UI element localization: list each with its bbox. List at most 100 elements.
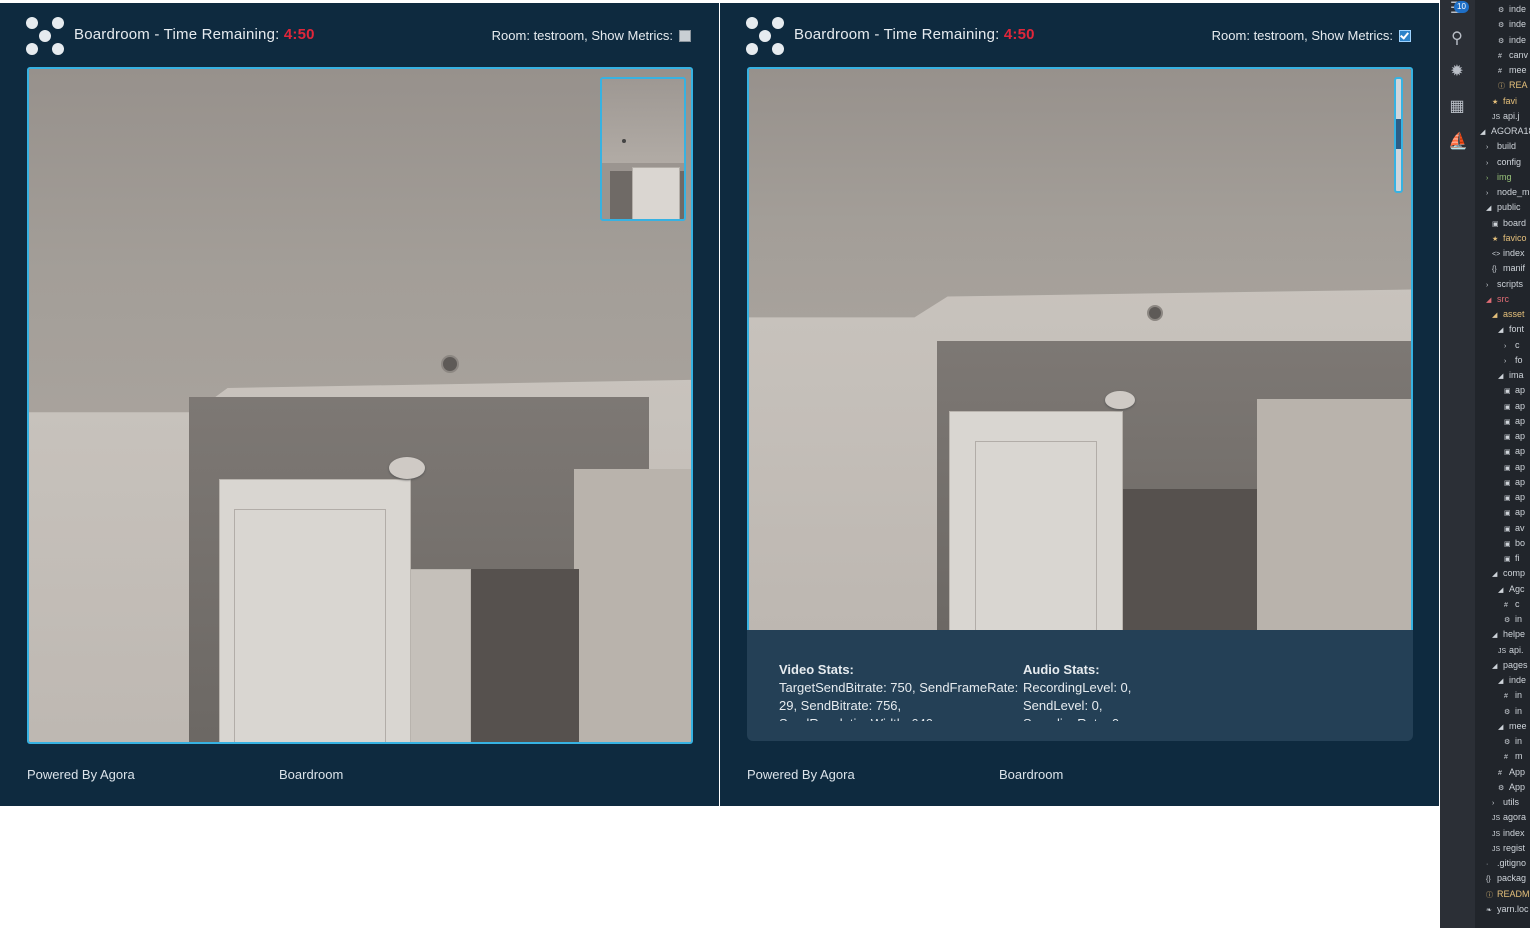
file-tree-item[interactable]: ▣ ap [1504, 431, 1525, 441]
open-icon: ◢ [1498, 678, 1504, 685]
img-icon: ▣ [1504, 449, 1511, 457]
open-icon: ◢ [1498, 373, 1504, 380]
json-icon: {} [1492, 266, 1497, 274]
file-tree-item[interactable]: ▣ bo [1504, 538, 1525, 548]
file-tree-item[interactable]: ▣ board [1492, 218, 1526, 228]
file-tree-item[interactable]: JS api.j [1492, 111, 1520, 121]
show-metrics-checkbox[interactable] [1399, 29, 1411, 42]
img-icon: ▣ [1504, 388, 1511, 396]
file-tree-item[interactable]: {} manif [1492, 263, 1525, 273]
file-tree-item[interactable]: ▣ ap [1504, 462, 1525, 472]
file-tree-item[interactable]: <> index [1492, 248, 1525, 258]
file-tree-item[interactable]: › c [1504, 340, 1520, 350]
file-tree-item[interactable]: ◢ comp [1492, 568, 1525, 578]
file-tree-item[interactable]: JS index [1492, 828, 1525, 838]
file-tree-item[interactable]: ◢ AGORA18 [1480, 126, 1530, 136]
file-tree-item[interactable]: # canv [1498, 50, 1528, 60]
file-tree-label: ap [1515, 446, 1526, 457]
file-tree-label: utils [1503, 797, 1520, 807]
file-tree-item[interactable]: ⓘ REA [1498, 80, 1528, 91]
file-tree-item[interactable]: JS api. [1498, 645, 1524, 655]
gear-icon: ⚙ [1498, 7, 1505, 14]
hash-icon: # [1504, 754, 1508, 762]
show-metrics-checkbox[interactable] [679, 29, 691, 42]
file-tree-item[interactable]: ⚙ inde [1498, 35, 1526, 45]
file-explorer-tree: ⚙ inde ⚙ inde ⚙ inde # canv # mee ⓘ REA ★ favi JS api.j… [1476, 0, 1530, 928]
file-tree-item[interactable]: ▣ fi [1504, 553, 1520, 563]
file-tree-item[interactable]: › scripts [1486, 279, 1523, 289]
page-title: Boardroom - Time Remaining: 4:50 [794, 26, 1035, 43]
file-tree-item[interactable]: JS agora [1492, 812, 1526, 822]
file-tree-item[interactable]: ⚙ in [1504, 706, 1522, 716]
file-tree-item[interactable]: ◢ ima [1498, 370, 1524, 380]
metrics-content[interactable]: Video Stats: TargetSendBitrate: 750, Sen… [779, 661, 1393, 721]
file-tree-item[interactable]: ▣ ap [1504, 446, 1525, 456]
scrollbar-thumb[interactable] [1396, 119, 1401, 149]
file-tree-item[interactable]: › utils [1492, 797, 1519, 807]
yarn-icon: ❧ [1486, 906, 1492, 914]
file-tree-item[interactable]: JS regist [1492, 843, 1525, 853]
file-tree-item[interactable]: ★ favico [1492, 233, 1527, 243]
file-tree-item[interactable]: ⓘ READM [1486, 889, 1530, 900]
gear-icon: ⚙ [1504, 617, 1511, 624]
file-tree-item[interactable]: # App [1498, 767, 1525, 777]
debug-icon[interactable]: ✹ [1448, 63, 1466, 81]
file-tree-label: fi [1515, 553, 1520, 563]
js-icon: JS [1492, 113, 1501, 121]
file-tree-item[interactable]: › node_m [1486, 187, 1530, 197]
self-view-thumbnail[interactable] [600, 77, 686, 221]
file-tree-item[interactable]: {} packag [1486, 873, 1526, 883]
file-tree-item[interactable]: ◢ pages [1492, 660, 1528, 670]
file-tree-item[interactable]: ⚙ inde [1498, 4, 1526, 14]
file-tree-label: ima [1509, 370, 1524, 380]
file-tree-item[interactable]: ▣ ap [1504, 401, 1525, 411]
open-icon: ◢ [1492, 632, 1498, 640]
file-tree-item[interactable]: ◢ mee [1498, 721, 1527, 731]
file-tree-item[interactable]: ⚙ App [1498, 782, 1525, 792]
file-tree-label: asset [1503, 309, 1525, 319]
video-stats: Video Stats: TargetSendBitrate: 750, Sen… [779, 661, 1023, 721]
file-tree-item[interactable]: ⚙ in [1504, 614, 1522, 624]
file-tree-item[interactable]: ◢ helpe [1492, 629, 1525, 639]
file-tree-item[interactable]: # in [1504, 690, 1522, 700]
file-tree-item[interactable]: ▣ ap [1504, 477, 1525, 487]
file-tree-label: font [1509, 324, 1525, 335]
file-tree-item[interactable]: ◢ Agc [1498, 584, 1525, 594]
extensions-icon[interactable]: ▦ [1448, 98, 1466, 116]
file-tree-item[interactable]: › build [1486, 141, 1516, 151]
file-tree-item[interactable]: ◢ inde [1498, 675, 1526, 685]
file-tree-item[interactable]: # mee [1498, 65, 1527, 75]
file-tree-label: c [1515, 339, 1520, 350]
file-tree-item[interactable]: ◢ src [1486, 294, 1509, 304]
video-scrollbar[interactable] [1394, 77, 1403, 193]
file-tree-item[interactable]: ★ favi [1492, 96, 1517, 106]
file-tree-label: canv [1509, 49, 1529, 60]
file-tree-label: index [1503, 248, 1525, 258]
file-tree-item[interactable]: ❧ yarn.loc [1486, 904, 1529, 914]
docker-icon[interactable]: ⛵ [1448, 133, 1468, 151]
file-tree-label: ap [1515, 415, 1526, 426]
file-tree-item[interactable]: ▣ ap [1504, 385, 1525, 395]
file-tree-item[interactable]: · .gitigno [1486, 858, 1526, 868]
img-icon: ▣ [1504, 510, 1511, 518]
file-tree-item[interactable]: ⚙ inde [1498, 19, 1526, 29]
file-tree-item[interactable]: ◢ public [1486, 202, 1521, 212]
file-tree-item[interactable]: # c [1504, 599, 1520, 609]
file-tree-item[interactable]: › fo [1504, 355, 1523, 365]
file-tree-item[interactable]: ▣ av [1504, 523, 1525, 533]
file-tree-item[interactable]: ◢ font [1498, 324, 1524, 334]
file-tree-item[interactable]: ▣ ap [1504, 416, 1525, 426]
file-tree-item[interactable]: # m [1504, 751, 1523, 761]
file-tree-label: ap [1515, 492, 1526, 502]
file-tree-label: pages [1503, 659, 1528, 670]
file-tree-item[interactable]: ⚙ in [1504, 736, 1522, 746]
file-tree-item[interactable]: ◢ asset [1492, 309, 1525, 319]
file-tree-item[interactable]: ▣ ap [1504, 492, 1525, 502]
file-tree-item[interactable]: › img [1486, 172, 1512, 182]
time-remaining: 4:50 [283, 26, 315, 43]
file-tree-label: ap [1515, 431, 1526, 441]
file-tree-item[interactable]: › config [1486, 157, 1521, 167]
search-icon[interactable]: ⚲ [1448, 30, 1466, 48]
file-tree-item[interactable]: ▣ ap [1504, 507, 1525, 517]
file-tree-label: in [1515, 736, 1523, 746]
